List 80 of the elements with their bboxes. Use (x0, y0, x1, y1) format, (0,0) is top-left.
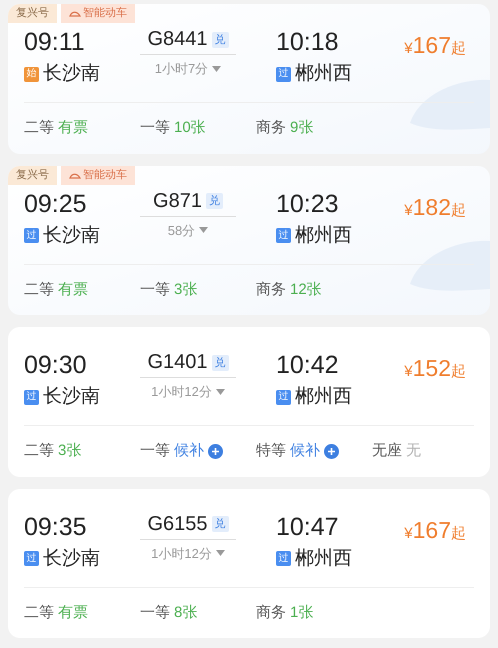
arrival-time: 10:47 (276, 512, 340, 542)
train-number[interactable]: G8441 (147, 27, 208, 52)
seat-status: 3张 (174, 280, 198, 300)
duration: 1小时12分 (151, 383, 212, 401)
station-name: 长沙南 (43, 62, 100, 86)
seat-class: 一等 (140, 602, 170, 622)
departure-time: 09:11 (24, 27, 86, 58)
departure-time: 09:35 (24, 512, 88, 542)
seat-status: 有票 (58, 602, 88, 622)
station-badge: 过 (24, 390, 39, 405)
seat-status: 无 (406, 441, 421, 461)
train-number[interactable]: G6155 (147, 512, 208, 536)
station-name: 郴州西 (295, 62, 352, 86)
station-name: 郴州西 (295, 546, 352, 570)
train-card[interactable]: 09:30 过 长沙南 G1401 兑 1小时12分 10:42 过 郴州西 ¥152起 二等 3张 一等 候补 特等 候补 无座 无 (8, 327, 490, 476)
dropdown-icon[interactable] (212, 66, 222, 72)
dropdown-icon[interactable] (199, 227, 208, 234)
station-name: 郴州西 (295, 224, 352, 248)
station-name: 郴州西 (295, 385, 352, 409)
tag-label: 复兴号 (16, 6, 49, 22)
exchange-badge: 兑 (212, 516, 229, 532)
train-number[interactable]: G1401 (147, 350, 208, 375)
seat-status: 12张 (290, 280, 322, 300)
station-name: 长沙南 (43, 224, 100, 248)
station-name: 长沙南 (43, 546, 100, 570)
train-number[interactable]: G871 (153, 188, 202, 214)
seat-class: 二等 (24, 441, 54, 461)
station-badge: 过 (276, 390, 291, 405)
station-badge: 始 (24, 66, 39, 82)
exchange-badge: 兑 (206, 193, 223, 209)
seat-class: 二等 (24, 280, 54, 300)
seat-class: 二等 (24, 118, 54, 138)
seat-class: 一等 (140, 441, 170, 461)
seat-class: 商务 (256, 118, 286, 138)
seat-status: 有票 (58, 118, 88, 138)
seat-status: 1张 (290, 602, 314, 622)
arrival-time: 10:42 (276, 350, 340, 381)
seat-class: 无座 (372, 441, 402, 461)
station-name: 长沙南 (43, 385, 100, 409)
dropdown-icon[interactable] (216, 388, 225, 395)
duration: 1小时7分 (154, 60, 208, 78)
duration: 58分 (168, 222, 196, 240)
seat-class: 特等 (256, 441, 286, 461)
train-card[interactable]: 复兴号 智能动车 09:25 过 长沙南 G871 兑 58分 10:23 过 郴州西 ¥182起 二等 有票 一等 3张 商务 12张 (8, 166, 490, 315)
arrival-time: 10:23 (276, 188, 340, 220)
seat-status: 10张 (174, 118, 206, 138)
station-badge: 过 (24, 228, 39, 244)
station-badge: 过 (276, 228, 291, 244)
station-badge: 过 (24, 551, 39, 566)
seat-status: 有票 (58, 280, 88, 300)
arrival-time: 10:18 (276, 27, 340, 58)
seat-class: 二等 (24, 602, 54, 622)
price: ¥167起 (404, 516, 466, 544)
tag-label: 智能动车 (83, 6, 127, 22)
seat-status: 8张 (174, 602, 198, 622)
price: ¥167起 (404, 31, 466, 60)
seat-status: 3张 (58, 441, 82, 461)
seat-class: 商务 (256, 602, 286, 622)
exchange-badge: 兑 (212, 32, 229, 48)
train-card[interactable]: 复兴号 智能动车 09:11 始 长沙南 G8441 兑 1小时7分 10:18 过 郴州西 ¥167起 二等 有票 一等 10张 商务 9张 (8, 4, 490, 154)
tag-label: 复兴号 (16, 168, 49, 183)
station-badge: 过 (276, 66, 291, 82)
seat-status: 9张 (290, 118, 314, 138)
seat-status: 候补 (290, 441, 320, 461)
seat-class: 一等 (140, 280, 170, 300)
station-badge: 过 (276, 551, 291, 566)
train-card[interactable]: 09:35 过 长沙南 G6155 兑 1小时12分 10:47 过 郴州西 ¥167起 二等 有票 一等 8张 商务 1张 (8, 488, 490, 638)
seat-class: 一等 (140, 118, 170, 138)
seat-class: 商务 (256, 280, 286, 300)
plus-icon[interactable] (208, 444, 223, 459)
price: ¥182起 (404, 192, 466, 222)
tag-label: 智能动车 (83, 168, 127, 183)
departure-time: 09:25 (24, 188, 88, 220)
exchange-badge: 兑 (212, 354, 229, 370)
departure-time: 09:30 (24, 350, 88, 381)
dropdown-icon[interactable] (216, 550, 225, 556)
duration: 1小时12分 (151, 544, 212, 562)
seat-status: 候补 (174, 441, 204, 461)
plus-icon[interactable] (324, 444, 339, 459)
price: ¥152起 (404, 354, 466, 383)
